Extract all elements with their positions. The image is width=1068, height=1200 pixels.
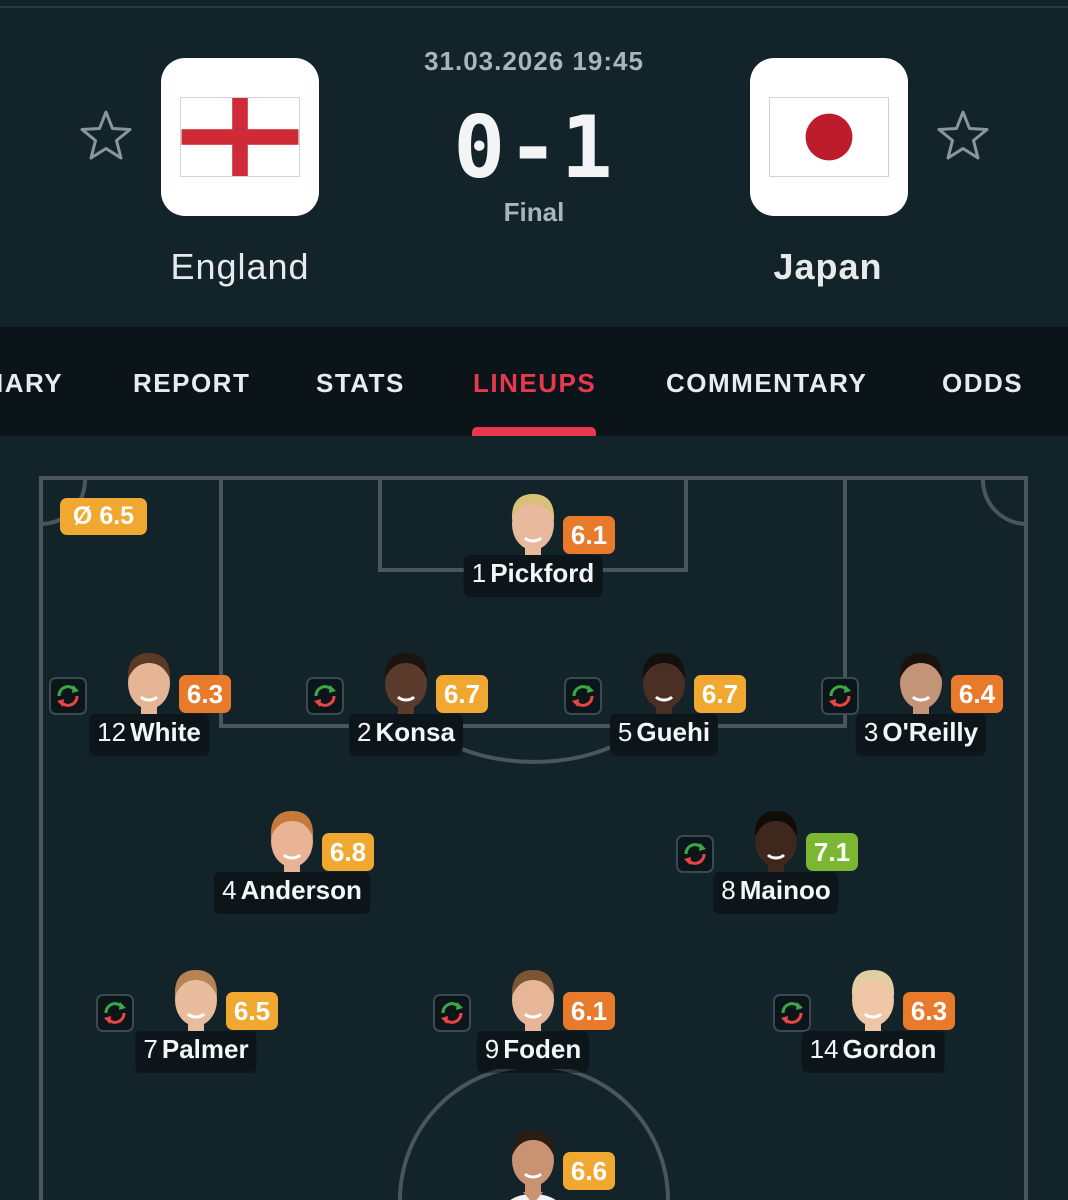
favorite-star-icon[interactable] — [935, 108, 991, 164]
player-number: 4 — [222, 875, 237, 905]
active-tab-indicator — [472, 427, 596, 436]
player-number: 5 — [617, 717, 633, 747]
tab-report[interactable]: REPORT — [133, 368, 250, 399]
player-name-label: 4 Anderson — [214, 872, 370, 910]
player-rating-badge: 6.1 — [563, 516, 615, 554]
japan-flag-icon — [769, 97, 889, 177]
match-datetime: 31.03.2026 19:45 — [424, 46, 644, 76]
player-name: Guehi — [636, 717, 711, 747]
player-rating-badge: 6.6 — [563, 1152, 615, 1190]
player-rating-badge: 6.1 — [563, 992, 615, 1030]
team-average-rating: Ø 6.5 — [60, 498, 147, 535]
player-name: Palmer — [161, 1034, 249, 1064]
player-rating-badge: 6.4 — [951, 675, 1003, 713]
player-name-label: 9 Foden — [476, 1031, 590, 1069]
substitution-icon — [49, 677, 87, 715]
tab-summary[interactable]: IARY — [0, 368, 63, 399]
player-name: Konsa — [375, 717, 455, 747]
player-name-label: 7 Palmer — [135, 1031, 257, 1069]
match-lineups-screen: England 31.03.2026 19:45 0-1 Final Japan… — [0, 0, 1068, 1200]
player-name-label: 5 Guehi — [609, 714, 719, 752]
player-rating-badge: 6.3 — [903, 992, 955, 1030]
substitution-icon — [433, 994, 471, 1032]
player-rating-badge: 6.7 — [436, 675, 488, 713]
tab-odds[interactable]: ODDS — [942, 368, 1023, 399]
player-name: Mainoo — [739, 875, 831, 905]
divider — [0, 6, 1068, 8]
player-number: 1 — [471, 558, 487, 588]
tab-stats[interactable]: STATS — [316, 368, 405, 399]
tab-commentary[interactable]: COMMENTARY — [666, 368, 867, 399]
substitution-icon — [96, 994, 134, 1032]
substitution-icon — [306, 677, 344, 715]
player-rating-badge: 7.1 — [806, 833, 858, 871]
player-name-label: 2 Konsa — [349, 714, 463, 752]
player-rating-badge: 6.8 — [322, 833, 374, 871]
player-name: Foden — [503, 1034, 582, 1064]
player-number: 12 — [97, 717, 127, 747]
player-number: 14 — [809, 1034, 839, 1064]
tab-lineups[interactable]: LINEUPS — [473, 368, 596, 399]
player-name: O'Reilly — [882, 717, 979, 747]
player-rating-badge: 6.3 — [179, 675, 231, 713]
player-name-label: 3 O'Reilly — [855, 714, 987, 752]
away-team-logo[interactable] — [750, 58, 908, 216]
player-rating-badge: 6.5 — [226, 992, 278, 1030]
player-name-label: 1 Pickford — [463, 555, 603, 593]
home-team-name[interactable]: England — [90, 246, 390, 288]
player-name-label: 14 Gordon — [801, 1031, 945, 1069]
player-number: 7 — [143, 1034, 158, 1064]
match-status: Final — [503, 197, 565, 227]
player-number: 2 — [357, 717, 372, 747]
player-name: Anderson — [240, 875, 362, 905]
player-number: 9 — [484, 1034, 500, 1064]
player-name-label: 12 White — [89, 714, 209, 752]
substitution-icon — [821, 677, 859, 715]
player-name: Pickford — [490, 558, 595, 588]
player-number: 3 — [863, 717, 879, 747]
substitution-icon — [773, 994, 811, 1032]
away-team-name[interactable]: Japan — [678, 246, 978, 288]
substitution-icon — [564, 677, 602, 715]
substitution-icon — [676, 835, 714, 873]
player-name: White — [130, 717, 201, 747]
player-photo — [497, 1118, 569, 1200]
player-number: 8 — [721, 875, 736, 905]
player-name: Gordon — [842, 1034, 937, 1064]
player-rating-badge: 6.7 — [694, 675, 746, 713]
match-header: England 31.03.2026 19:45 0-1 Final Japan — [0, 0, 1068, 327]
player-name-label: 8 Mainoo — [713, 872, 839, 910]
